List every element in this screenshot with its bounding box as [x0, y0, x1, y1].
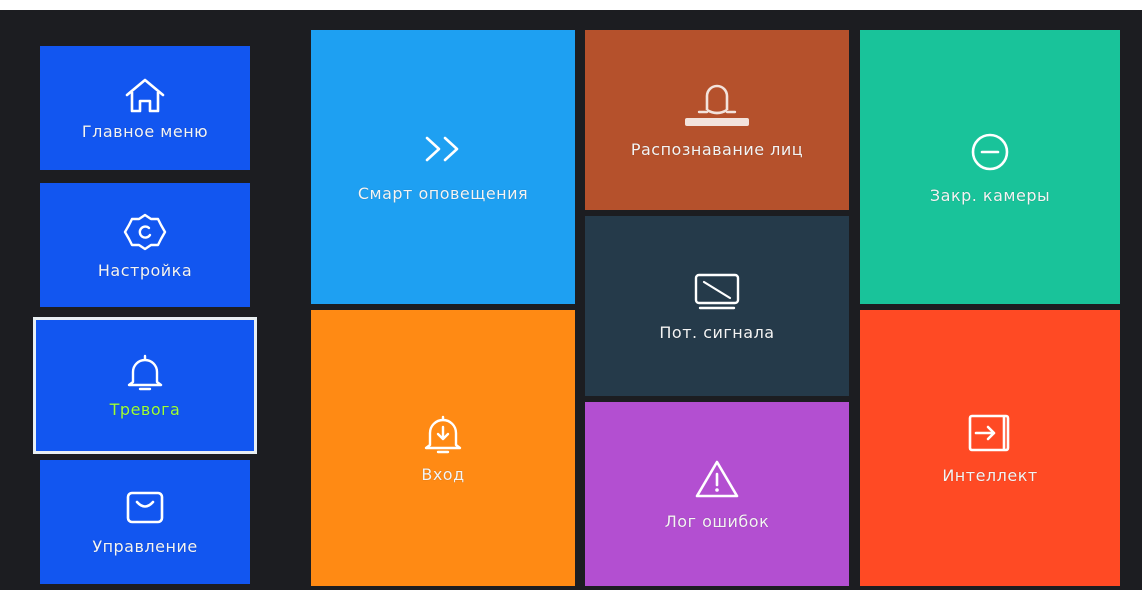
- sidebar-item-alarm[interactable]: Тревога: [33, 317, 257, 454]
- face-icon: [685, 84, 749, 126]
- tile-label: Закр. камеры: [929, 185, 1051, 205]
- tile-label: Распознавание лиц: [630, 139, 804, 159]
- login-box-icon: [968, 414, 1010, 451]
- dvr-screen: Главное меню Настройка Тревога Управлени…: [0, 0, 1142, 597]
- bell-download-icon: [424, 415, 462, 453]
- tile-label: Пот. сигнала: [659, 322, 775, 342]
- tile-label: Лог ошибок: [664, 511, 770, 531]
- tile-input[interactable]: Вход: [311, 310, 575, 586]
- bell-icon: [127, 354, 163, 391]
- tile-signal-loss[interactable]: Пот. сигнала: [585, 216, 849, 396]
- tile-label: Смарт оповещения: [357, 183, 529, 203]
- gear-icon: [123, 213, 167, 250]
- top-border: [0, 0, 1142, 10]
- tile-intelligence[interactable]: Интеллект: [860, 310, 1120, 586]
- sidebar-item-settings[interactable]: Настройка: [40, 183, 250, 307]
- sidebar-item-label: Управление: [92, 536, 198, 556]
- tile-error-log[interactable]: Лог ошибок: [585, 402, 849, 586]
- warning-triangle-icon: [695, 460, 739, 497]
- sidebar-item-label: Тревога: [109, 400, 181, 419]
- sidebar-item-management[interactable]: Управление: [40, 460, 250, 584]
- no-signal-monitor-icon: [694, 273, 740, 309]
- tile-face-recognition[interactable]: Распознавание лиц: [585, 30, 849, 210]
- sidebar-item-label: Главное меню: [81, 121, 209, 141]
- tile-label: Интеллект: [942, 465, 1038, 485]
- minus-circle-icon: [971, 133, 1009, 170]
- tile-label: Вход: [421, 464, 465, 484]
- bottom-border: [0, 590, 1142, 597]
- double-chevron-right-icon: [425, 136, 459, 161]
- tile-camera-masking[interactable]: Закр. камеры: [860, 30, 1120, 304]
- sidebar-item-main-menu[interactable]: Главное меню: [40, 46, 250, 170]
- shopping-bag-icon: [126, 491, 164, 523]
- sidebar-item-label: Настройка: [97, 260, 193, 280]
- tile-smart-alert[interactable]: Смарт оповещения: [311, 30, 575, 304]
- home-icon: [125, 78, 165, 112]
